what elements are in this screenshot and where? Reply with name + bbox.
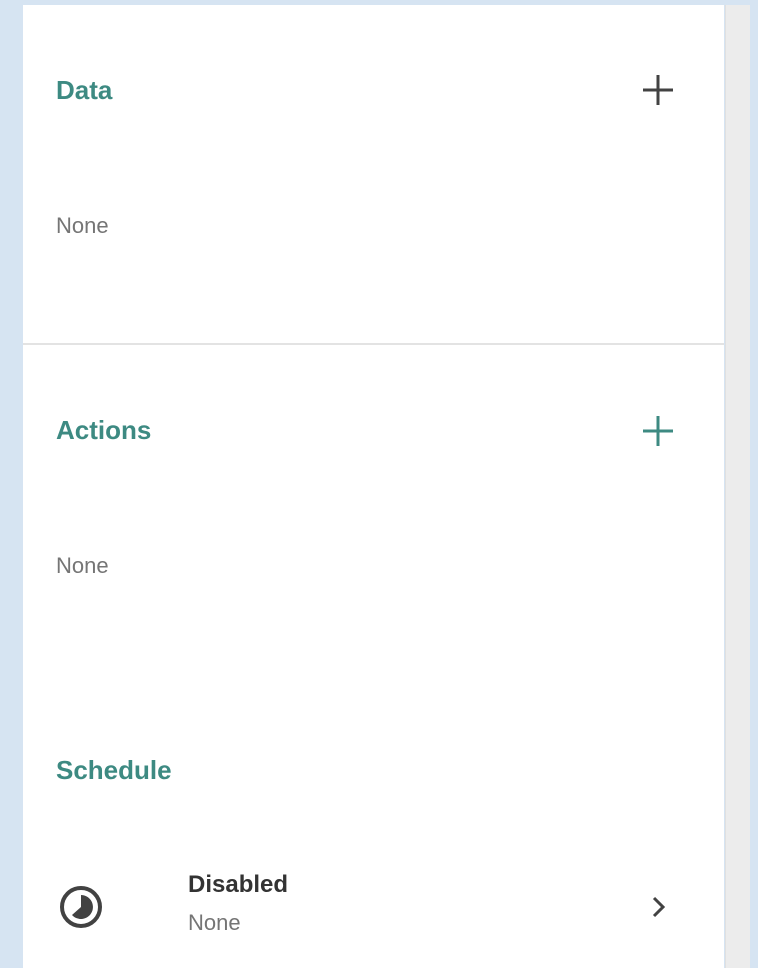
actions-empty-text: None <box>56 553 109 578</box>
schedule-status-label: Disabled <box>188 871 289 898</box>
chevron-right-icon <box>645 892 673 922</box>
actions-section-title: Actions <box>56 415 152 445</box>
scrollbar-track[interactable] <box>725 5 750 968</box>
add-data-button[interactable] <box>633 65 683 115</box>
data-section-title: Data <box>56 75 113 105</box>
section-divider <box>23 343 724 345</box>
clock-icon <box>56 882 106 932</box>
data-empty-text: None <box>56 213 109 238</box>
schedule-settings-row[interactable]: Disabled None <box>23 855 724 965</box>
side-panel: Data None Actions None Schedule Disabled… <box>23 5 724 968</box>
plus-icon <box>633 65 683 115</box>
plus-icon <box>633 406 683 456</box>
schedule-section-title: Schedule <box>56 755 172 785</box>
schedule-status-detail: None <box>188 910 241 935</box>
add-actions-button[interactable] <box>633 406 683 456</box>
